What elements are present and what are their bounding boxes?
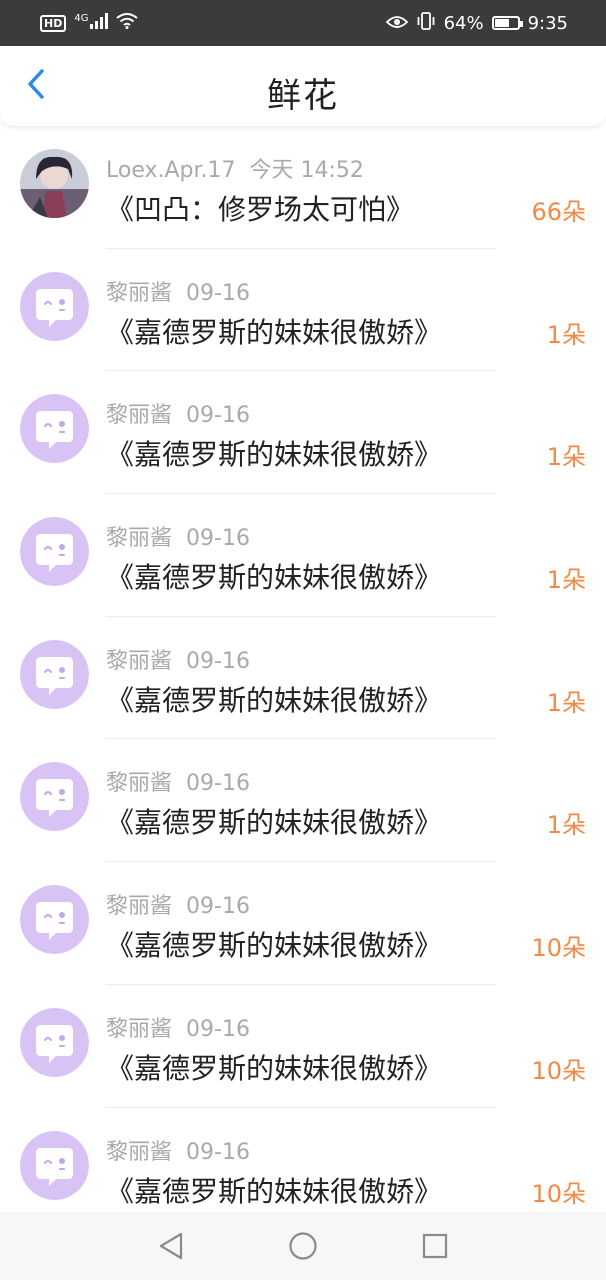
flower-count: 1朵	[546, 443, 586, 472]
username: 黎丽酱	[106, 1139, 173, 1165]
home-circle-icon[interactable]	[287, 1230, 319, 1262]
default-avatar-icon[interactable]	[20, 885, 89, 955]
default-avatar-icon[interactable]	[20, 1130, 89, 1200]
flower-count: 10朵	[531, 1179, 586, 1208]
item-meta: Loex.Apr.17 今天 14:52	[106, 152, 364, 184]
username: Loex.Apr.17	[106, 158, 236, 183]
username: 黎丽酱	[106, 1016, 173, 1042]
book-title[interactable]: 《凹凸：修罗场太可怕》	[106, 188, 414, 228]
status-bar: HD 4G 64% 9:35	[0, 0, 606, 46]
book-title[interactable]: 《嘉德罗斯的妹妹很傲娇》	[106, 1047, 442, 1087]
item-meta: 黎丽酱 09-16	[106, 888, 250, 920]
list-item[interactable]: 黎丽酱 09-16 《嘉德罗斯的妹妹很傲娇》 10朵	[0, 985, 606, 1108]
network-type: 4G	[74, 12, 89, 24]
clock: 9:35	[527, 12, 568, 34]
vibrate-icon	[416, 12, 436, 34]
book-title[interactable]: 《嘉德罗斯的妹妹很傲娇》	[106, 679, 442, 719]
item-date: 09-16	[186, 526, 250, 552]
item-date: 09-16	[186, 280, 250, 306]
username: 黎丽酱	[106, 894, 173, 920]
username: 黎丽酱	[106, 526, 173, 552]
list-item[interactable]: 黎丽酱 09-16 《嘉德罗斯的妹妹很傲娇》 10朵	[0, 862, 606, 985]
status-bar-left: HD 4G	[40, 12, 139, 33]
username: 黎丽酱	[106, 403, 173, 429]
flower-count: 1朵	[546, 811, 586, 840]
default-avatar-icon[interactable]	[20, 394, 89, 464]
recents-square-icon[interactable]	[419, 1230, 451, 1262]
item-meta: 黎丽酱 09-16	[106, 765, 250, 797]
navigation-bar	[0, 1212, 606, 1280]
list-item[interactable]: 黎丽酱 09-16 《嘉德罗斯的妹妹很傲娇》 1朵	[0, 371, 606, 495]
flower-count: 10朵	[531, 1056, 586, 1085]
book-title[interactable]: 《嘉德罗斯的妹妹很傲娇》	[106, 924, 442, 964]
item-date: 09-16	[186, 648, 250, 674]
eye-icon	[385, 14, 408, 33]
list-item[interactable]: Loex.Apr.17 今天 14:52 《凹凸：修罗场太可怕》 66朵	[0, 126, 606, 249]
status-bar-right: 64% 9:35	[385, 12, 568, 34]
item-meta: 黎丽酱 09-16	[106, 1011, 250, 1043]
username: 黎丽酱	[106, 771, 173, 797]
item-date: 09-16	[186, 894, 250, 920]
item-meta: 黎丽酱 09-16	[106, 643, 250, 675]
item-date: 09-16	[186, 403, 250, 429]
signal-icon	[90, 13, 109, 33]
item-meta: 黎丽酱 09-16	[106, 1134, 250, 1166]
wifi-icon	[116, 13, 139, 33]
default-avatar-icon[interactable]	[20, 639, 89, 709]
list-item[interactable]: 黎丽酱 09-16 《嘉德罗斯的妹妹很傲娇》 1朵	[0, 494, 606, 617]
book-title[interactable]: 《嘉德罗斯的妹妹很傲娇》	[106, 556, 442, 596]
book-title[interactable]: 《嘉德罗斯的妹妹很傲娇》	[106, 311, 442, 351]
back-triangle-icon[interactable]	[155, 1230, 187, 1262]
book-title[interactable]: 《嘉德罗斯的妹妹很傲娇》	[106, 433, 442, 473]
default-avatar-icon[interactable]	[20, 271, 89, 341]
flower-count: 10朵	[531, 934, 586, 963]
battery-percent: 64%	[443, 12, 484, 34]
list-item[interactable]: 黎丽酱 09-16 《嘉德罗斯的妹妹很傲娇》 1朵	[0, 739, 606, 863]
item-date: 09-16	[186, 771, 250, 797]
item-meta: 黎丽酱 09-16	[106, 397, 250, 429]
username: 黎丽酱	[106, 280, 173, 306]
flower-list: Loex.Apr.17 今天 14:52 《凹凸：修罗场太可怕》 66朵 黎丽酱 0…	[0, 126, 606, 1230]
item-date: 今天 14:52	[249, 158, 364, 183]
default-avatar-icon[interactable]	[20, 517, 89, 587]
default-avatar-icon[interactable]	[20, 1007, 89, 1077]
avatar[interactable]	[20, 149, 89, 218]
flower-count: 1朵	[546, 320, 586, 349]
book-title[interactable]: 《嘉德罗斯的妹妹很傲娇》	[106, 1170, 442, 1210]
item-date: 09-16	[186, 1139, 250, 1165]
list-item[interactable]: 黎丽酱 09-16 《嘉德罗斯的妹妹很傲娇》 1朵	[0, 617, 606, 740]
item-meta: 黎丽酱 09-16	[106, 520, 250, 552]
username: 黎丽酱	[106, 648, 173, 674]
book-title[interactable]: 《嘉德罗斯的妹妹很傲娇》	[106, 801, 442, 841]
default-avatar-icon[interactable]	[20, 762, 89, 832]
page-title: 鲜花	[267, 76, 339, 116]
list-item[interactable]: 黎丽酱 09-16 《嘉德罗斯的妹妹很傲娇》 1朵	[0, 249, 606, 372]
hd-badge: HD	[40, 14, 67, 32]
item-date: 09-16	[186, 1016, 250, 1042]
flower-count: 66朵	[531, 198, 586, 226]
flower-count: 1朵	[546, 566, 586, 595]
header: 鲜花	[0, 46, 606, 127]
battery-icon	[491, 16, 523, 30]
flower-count: 1朵	[546, 688, 586, 717]
item-meta: 黎丽酱 09-16	[106, 275, 250, 307]
